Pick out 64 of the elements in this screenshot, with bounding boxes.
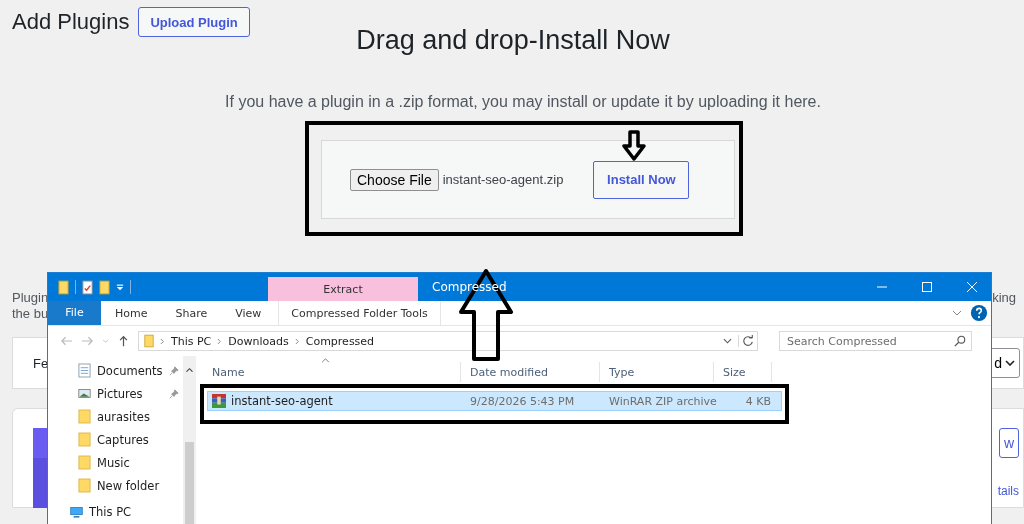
customize-toolbar-icon[interactable] — [116, 283, 124, 291]
folder-icon — [78, 478, 91, 493]
choose-file-button[interactable]: Choose File — [350, 168, 439, 191]
details-link[interactable]: tails — [997, 484, 1019, 498]
filter-tab[interactable]: Fe — [33, 355, 49, 371]
context-tab-header: Extract — [268, 277, 418, 301]
archive-icon — [212, 394, 226, 408]
notice-text: king — [992, 290, 1016, 307]
nav-item[interactable]: Music — [48, 451, 183, 474]
column-header[interactable]: Name — [203, 362, 461, 382]
new-folder-icon[interactable] — [99, 279, 110, 295]
folder-icon — [78, 409, 91, 424]
column-header[interactable]: Size — [714, 362, 772, 382]
folder-icon — [78, 432, 91, 447]
nav-item[interactable]: Pictures — [48, 382, 183, 405]
folder-icon[interactable] — [58, 279, 69, 295]
nav-item[interactable]: aurasites — [48, 405, 183, 428]
maximize-icon[interactable] — [921, 281, 933, 293]
breadcrumb-item[interactable]: Downloads — [228, 334, 289, 348]
file-row[interactable]: instant-seo-agent 9/28/2026 5:43 PM WinRAR ZIP archive 4 KB — [207, 391, 782, 411]
breadcrumb-item[interactable]: Compressed — [305, 334, 375, 348]
properties-icon[interactable] — [82, 279, 93, 295]
nav-item[interactable]: New folder — [48, 474, 183, 497]
chevron-icon — [294, 337, 300, 345]
close-icon[interactable] — [966, 281, 978, 293]
table-cell-text: 4 KB — [744, 394, 772, 408]
chevron-icon — [160, 337, 165, 345]
expand-ribbon-icon[interactable] — [952, 310, 962, 316]
down-arrow-drawing — [622, 130, 646, 162]
folder-icon — [144, 334, 154, 348]
install-button[interactable]: w — [998, 428, 1019, 458]
upload-plugin-button[interactable]: Upload Plugin — [138, 7, 250, 37]
search-field[interactable]: Search Compressed — [779, 331, 972, 351]
notice-text: the bu — [12, 306, 49, 321]
scrollbar[interactable] — [183, 356, 196, 524]
scroll-up-icon[interactable] — [185, 368, 194, 373]
install-now-button[interactable]: Install Now — [593, 160, 690, 199]
image-icon — [78, 386, 91, 401]
dropdown-icon[interactable] — [723, 338, 732, 344]
page-title: Add Plugins — [12, 9, 130, 35]
address-bar[interactable]: This PC Downloads Compressed — [138, 331, 758, 351]
nav-item[interactable]: This PC — [48, 502, 183, 522]
up-icon[interactable] — [117, 335, 130, 347]
chevron-down-icon — [1005, 360, 1015, 366]
table-cell-text: 9/28/2026 5:43 PM — [469, 394, 576, 408]
nav-item[interactable]: Documents — [48, 359, 183, 382]
heading: Drag and drop-Install Now — [355, 25, 671, 56]
column-header[interactable]: Date modified — [461, 362, 600, 382]
nav-item[interactable]: Captures — [48, 428, 183, 451]
breadcrumb-item[interactable]: This PC — [171, 334, 212, 348]
file-name: instant-seo-agent.zip — [442, 172, 564, 187]
ribbon-tab[interactable]: Compressed Folder Tools — [278, 301, 441, 325]
folder-icon — [78, 455, 91, 470]
file-name: instant-seo-agent — [231, 394, 333, 408]
computer-icon — [70, 504, 83, 520]
chevron-icon — [217, 337, 223, 345]
help-icon[interactable] — [970, 304, 988, 322]
file-tab[interactable]: File — [48, 301, 101, 325]
document-icon — [78, 363, 91, 378]
search-icon — [954, 335, 966, 347]
table-cell-text: WinRAR ZIP archive — [608, 394, 718, 408]
notice-text: Plugin — [12, 290, 49, 305]
upload-description: If you have a plugin in a .zip format, you may install or update it by uploading it here. — [224, 93, 822, 111]
column-header[interactable]: Type — [600, 362, 714, 382]
